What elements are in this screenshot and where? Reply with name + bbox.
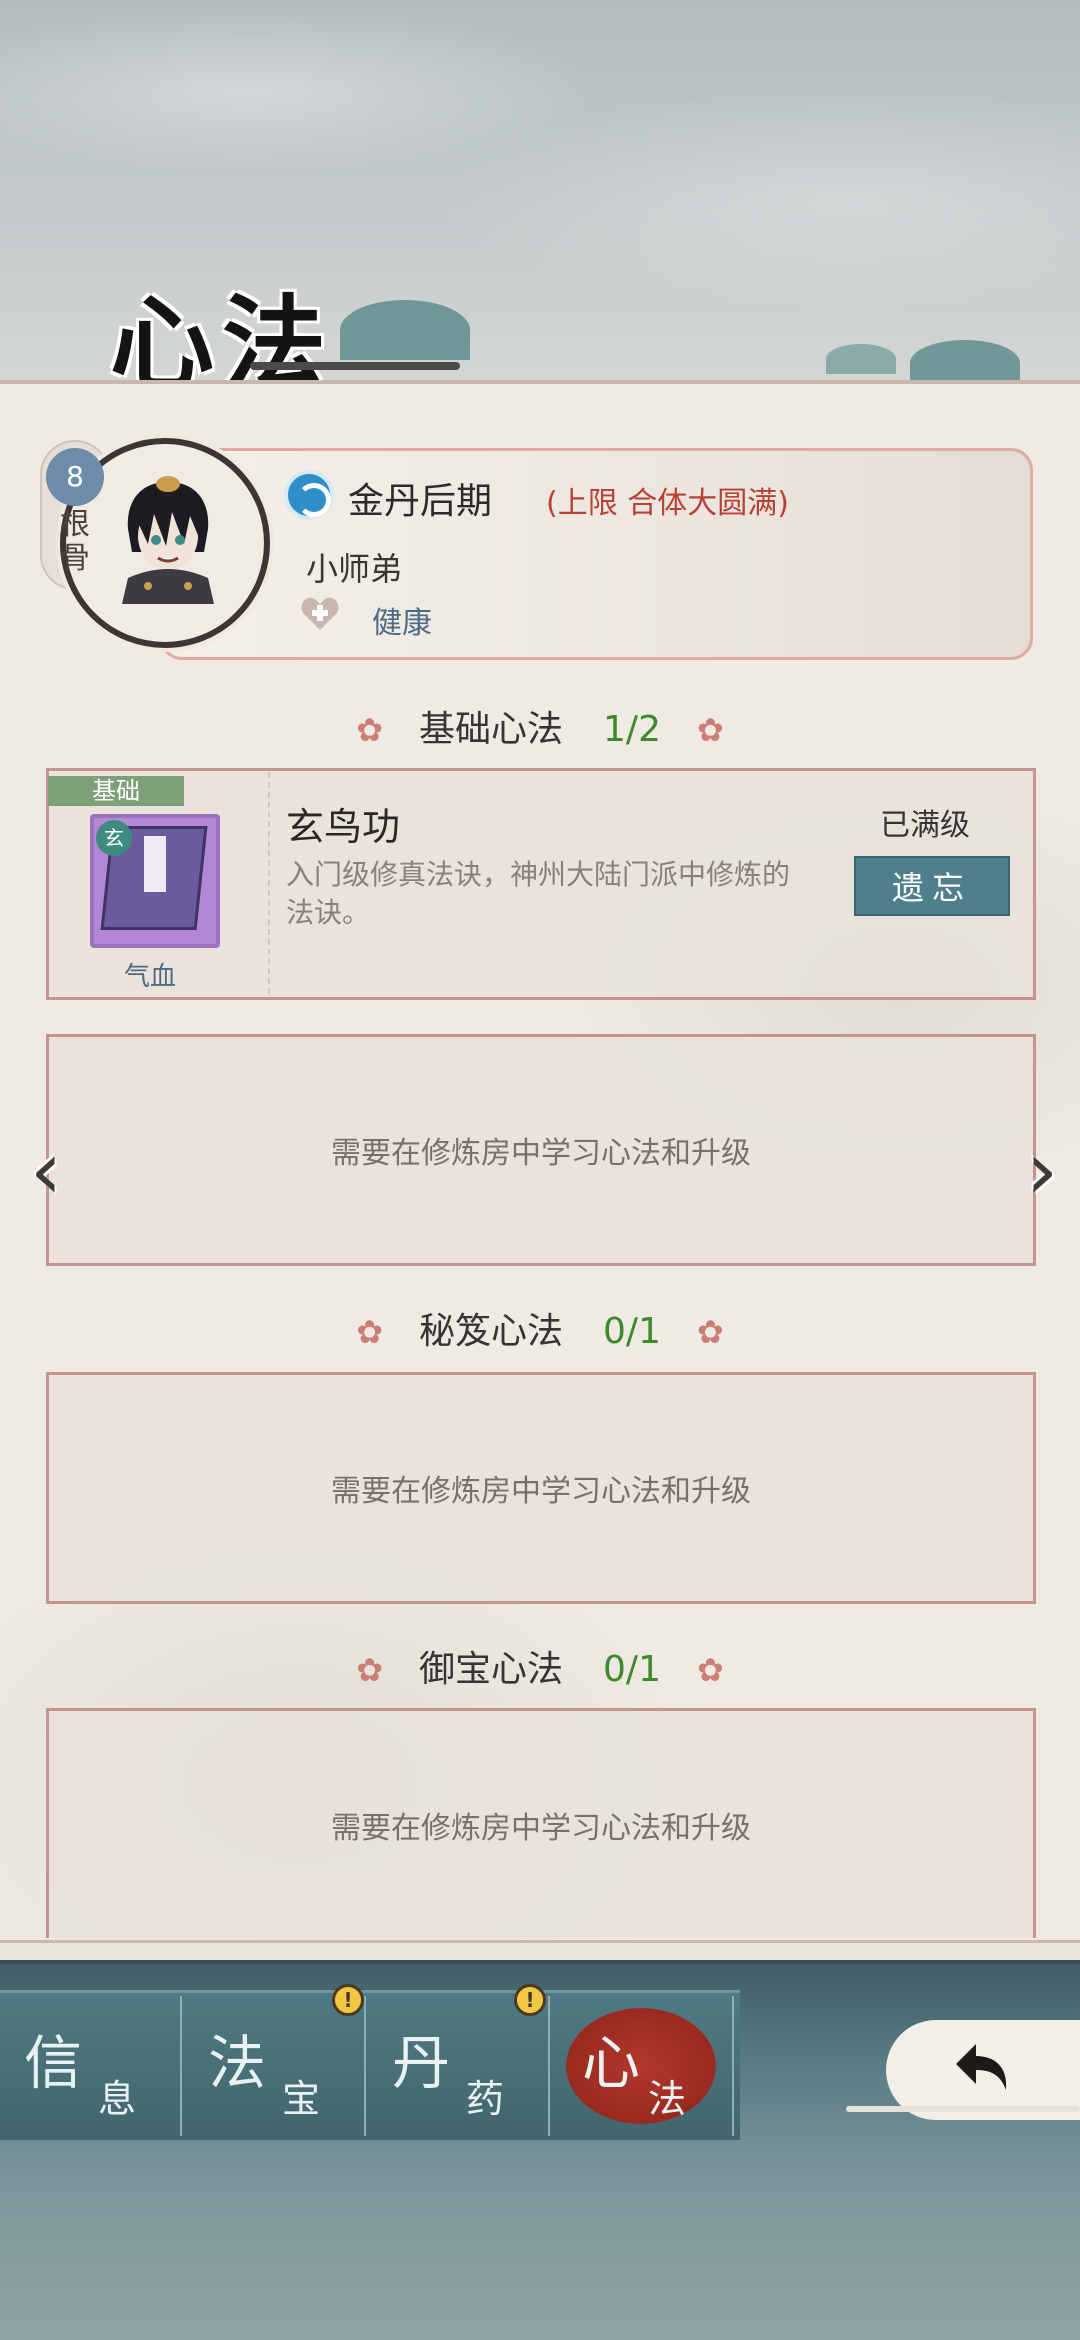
flower-icon: ✿	[696, 1313, 724, 1351]
skill-description: 入门级修真法诀，神州大陆门派中修炼的法诀。	[286, 858, 791, 929]
tab-small-char: 息	[98, 2077, 137, 2121]
tab-small-char: 法	[648, 2077, 687, 2121]
section-name: 御宝心法	[419, 1649, 564, 1690]
realm-text: 金丹后期	[348, 481, 493, 522]
chevron-right-icon[interactable]: ›	[1010, 1126, 1074, 1216]
tab-big-char: 信	[24, 2029, 83, 2097]
section-title-treasure: ✿ 御宝心法 0/1 ✿	[0, 1640, 1080, 1692]
section-name: 秘笈心法	[419, 1311, 564, 1352]
tab-big-char: 心	[582, 2029, 641, 2097]
character-name: 小师弟	[306, 550, 403, 588]
tab-small-char: 药	[466, 2077, 505, 2121]
section-title-secret: ✿ 秘笈心法 0/1 ✿	[0, 1302, 1080, 1354]
empty-skill-slot-treasure[interactable]: 需要在修炼房中学习心法和升级	[46, 1708, 1036, 1938]
tab-big-char: 法	[208, 2029, 267, 2097]
header-underline	[250, 362, 460, 370]
heart-plus-icon	[301, 597, 339, 630]
flower-icon: ✿	[356, 1651, 384, 1689]
root-bone-label: 根骨	[60, 507, 90, 576]
skill-grade-badge: 玄	[96, 820, 132, 856]
section-count: 0/1	[603, 1649, 661, 1690]
panel-bottom-edge	[0, 1940, 1080, 1964]
alert-icon: !	[332, 1984, 364, 2016]
brush-stroke	[846, 2106, 1080, 2112]
skill-status: 已满级	[880, 808, 970, 843]
skill-attribute: 气血	[124, 962, 177, 992]
realm-swirl-icon	[284, 470, 334, 520]
back-button[interactable]	[886, 2020, 1080, 2120]
book-label	[144, 836, 166, 892]
section-name: 基础心法	[419, 709, 564, 750]
empty-slot-text: 需要在修炼房中学习心法和升级	[331, 1810, 751, 1846]
root-bone-value: 8	[46, 448, 104, 506]
health-status: 健康	[372, 606, 432, 641]
skill-tag: 基础	[48, 776, 184, 806]
tab-big-char: 丹	[392, 2029, 451, 2097]
tab-small-char: 宝	[282, 2077, 321, 2121]
section-count: 1/2	[603, 709, 661, 750]
empty-slot-text: 需要在修炼房中学习心法和升级	[331, 1136, 751, 1171]
tab-pills[interactable]: 丹 药	[368, 1996, 550, 2136]
avatar-portrait-icon	[122, 476, 214, 604]
skill-name: 玄鸟功	[286, 805, 401, 849]
cloud-decoration-small	[826, 344, 896, 374]
flower-icon: ✿	[356, 711, 384, 749]
chevron-left-icon[interactable]: ‹	[14, 1126, 78, 1216]
alert-icon: !	[514, 1984, 546, 2016]
flower-icon: ✿	[356, 1313, 384, 1351]
tab-info[interactable]: 信 息	[0, 1996, 182, 2136]
back-arrow-icon	[956, 2044, 1007, 2090]
cloud-decoration-left	[340, 300, 470, 360]
empty-skill-slot-basic[interactable]: 需要在修炼房中学习心法和升级	[46, 1034, 1036, 1266]
tab-mind-method[interactable]: 心 法	[552, 1996, 734, 2136]
section-count: 0/1	[603, 1311, 661, 1352]
flower-icon: ✿	[696, 711, 724, 749]
flower-icon: ✿	[696, 1651, 724, 1689]
realm-limit: (上限 合体大圆满)	[546, 486, 789, 521]
forget-button[interactable]: 遗忘	[854, 856, 1010, 916]
tab-treasure[interactable]: 法 宝	[184, 1996, 366, 2136]
empty-skill-slot-secret[interactable]: 需要在修炼房中学习心法和升级	[46, 1372, 1036, 1604]
section-title-basic: ✿ 基础心法 1/2 ✿	[0, 700, 1080, 752]
skill-book-icon: 玄	[90, 814, 220, 948]
empty-slot-text: 需要在修炼房中学习心法和升级	[331, 1474, 751, 1509]
